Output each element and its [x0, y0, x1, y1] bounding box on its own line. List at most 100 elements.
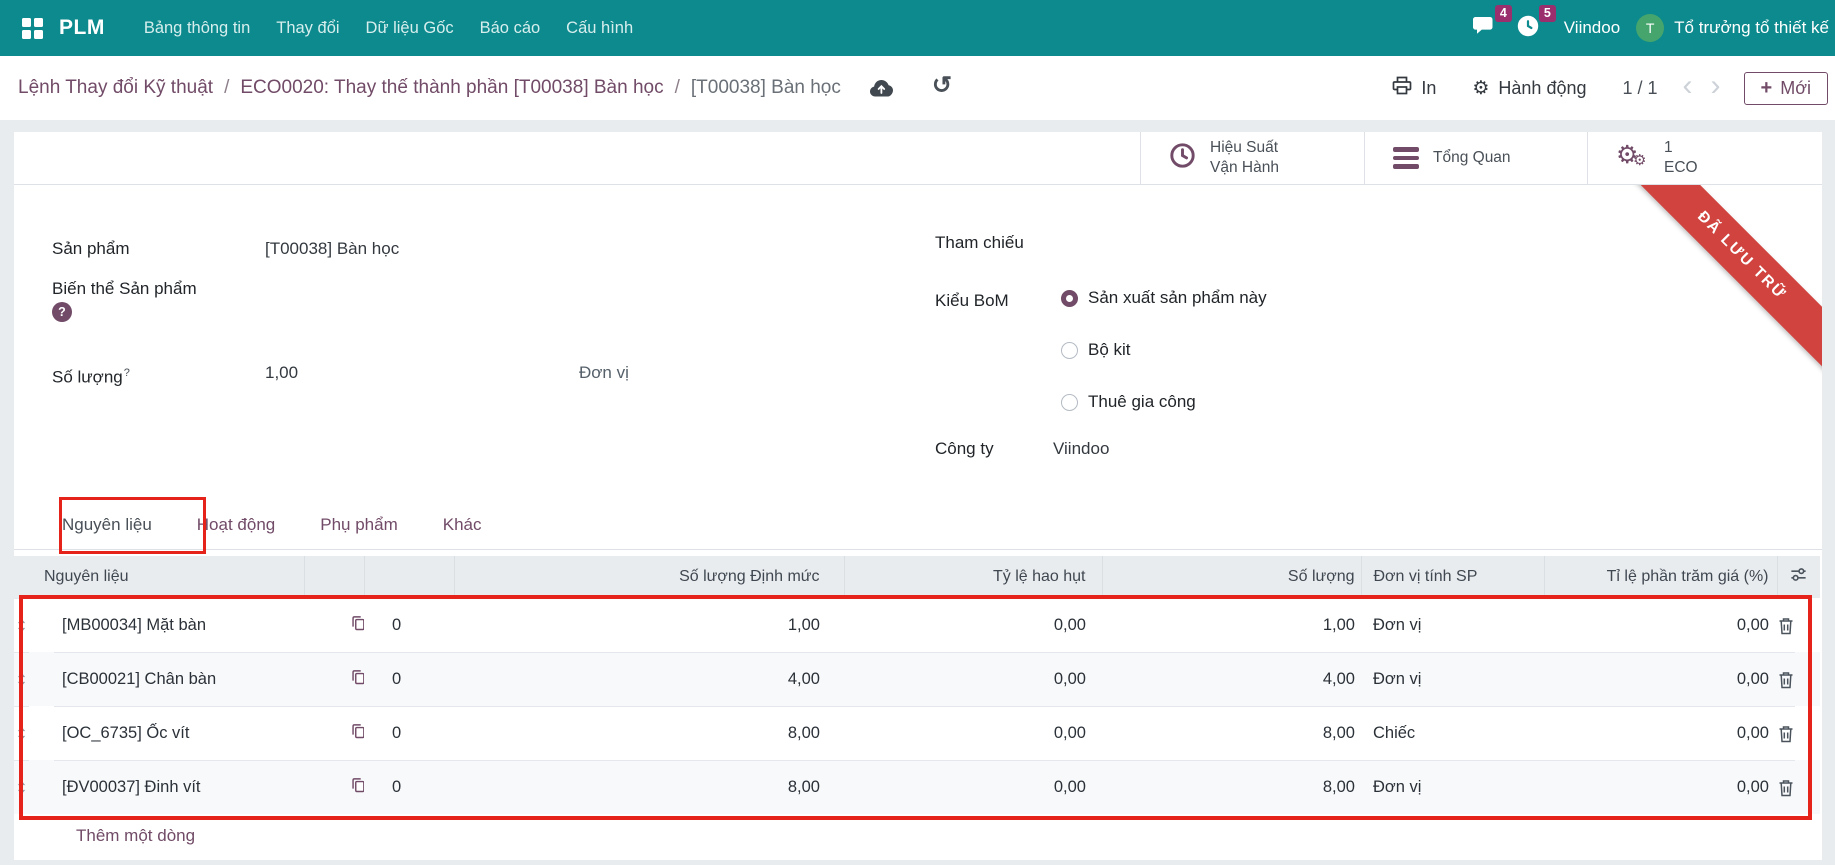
print-button[interactable]: In — [1392, 76, 1436, 100]
duplicate-icon[interactable] — [304, 706, 364, 760]
delete-row-icon[interactable] — [1777, 760, 1795, 814]
norm-quantity-cell[interactable]: 4,00 — [454, 652, 844, 706]
component-row[interactable]: [CB00021] Chân bàn 0 4,00 0,00 4,00 Đơn … — [14, 652, 1820, 706]
quantity-cell[interactable]: 8,00 — [1102, 706, 1361, 760]
reference-label: Tham chiếu — [935, 232, 1024, 254]
norm-quantity-cell[interactable]: 1,00 — [454, 598, 844, 652]
component-row[interactable]: [OC_6735] Ốc vít 0 8,00 0,00 8,00 Chiếc … — [14, 706, 1820, 760]
apps-grid-icon[interactable] — [22, 18, 43, 39]
archived-ribbon-wrap: ĐÃ LƯU TRỮ — [1610, 185, 1822, 397]
control-panel-right: In ⚙ Hành động 1 / 1 ‹ › + Mới — [1392, 72, 1835, 105]
header-blank-count — [364, 556, 454, 598]
apply-count-cell[interactable]: 0 — [364, 706, 454, 760]
delete-row-icon[interactable] — [1777, 652, 1795, 706]
quantity-cell[interactable]: 8,00 — [1102, 760, 1361, 814]
duplicate-icon[interactable] — [304, 760, 364, 814]
header-cost-percent[interactable]: Tỉ lệ phần trăm giá (%) — [1544, 556, 1777, 598]
cost-percent-cell[interactable]: 0,00 — [1544, 760, 1777, 814]
loss-rate-cell[interactable]: 0,00 — [844, 760, 1102, 814]
quantity-cell[interactable]: 1,00 — [1102, 598, 1361, 652]
cost-percent-cell[interactable]: 0,00 — [1544, 598, 1777, 652]
apply-count-cell[interactable]: 0 — [364, 760, 454, 814]
uom-cell[interactable]: Đơn vị — [1361, 598, 1544, 652]
header-norm-quantity[interactable]: Số lượng Định mức — [454, 556, 844, 598]
header-optional-columns[interactable] — [1777, 556, 1820, 598]
norm-quantity-cell[interactable]: 8,00 — [454, 706, 844, 760]
header-blank-copy — [304, 556, 364, 598]
activities-button[interactable]: 5 — [1506, 8, 1550, 49]
add-line-button[interactable]: Thêm một dòng — [14, 814, 1822, 858]
pager-previous-icon[interactable]: ‹ — [1683, 71, 1693, 101]
breadcrumb-eco-record[interactable]: ECO0020: Thay thế thành phần [T00038] Bà… — [240, 77, 663, 99]
menu-item-configuration[interactable]: Cấu hình — [553, 0, 646, 56]
header-quantity[interactable]: Số lượng — [1102, 556, 1361, 598]
loss-rate-cell[interactable]: 0,00 — [844, 706, 1102, 760]
cloud-save-icon[interactable] — [869, 78, 894, 98]
uom-cell[interactable]: Đơn vị — [1361, 760, 1544, 814]
menu-item-dashboard[interactable]: Bảng thông tin — [131, 0, 263, 56]
component-row[interactable]: [ĐV00037] Đinh vít 0 8,00 0,00 8,00 Đơn … — [14, 760, 1820, 814]
cost-percent-cell[interactable]: 0,00 — [1544, 706, 1777, 760]
messages-button[interactable]: 4 — [1460, 8, 1506, 49]
cost-percent-cell[interactable]: 0,00 — [1544, 652, 1777, 706]
new-record-button[interactable]: + Mới — [1744, 72, 1828, 105]
radio-unselected-icon[interactable] — [1061, 394, 1078, 411]
operational-efficiency-stat-button[interactable]: Hiệu Suất Vận Hành — [1140, 132, 1364, 184]
loss-rate-cell[interactable]: 0,00 — [844, 652, 1102, 706]
user-avatar[interactable]: T — [1636, 14, 1664, 42]
duplicate-icon[interactable] — [304, 598, 364, 652]
print-label: In — [1421, 78, 1436, 99]
pager-value[interactable]: 1 / 1 — [1622, 78, 1657, 99]
tab-operations[interactable]: Hoạt động — [197, 515, 275, 535]
app-name[interactable]: PLM — [59, 16, 105, 40]
menu-item-changes[interactable]: Thay đổi — [263, 0, 352, 56]
header-component[interactable]: Nguyên liệu — [14, 556, 304, 598]
tab-components[interactable]: Nguyên liệu — [62, 515, 152, 535]
header-loss-rate[interactable]: Tỷ lệ hao hụt — [844, 556, 1102, 598]
quantity-uom-value[interactable]: Đơn vị — [579, 362, 629, 384]
pager-next-icon[interactable]: › — [1711, 71, 1721, 101]
apply-count-cell[interactable]: 0 — [364, 652, 454, 706]
product-label: Sản phẩm — [52, 238, 130, 260]
delete-row-icon[interactable] — [1777, 706, 1795, 760]
drag-handle-icon[interactable] — [14, 760, 29, 814]
duplicate-icon[interactable] — [304, 652, 364, 706]
drag-handle-icon[interactable] — [14, 598, 29, 652]
undo-icon[interactable]: ↺ — [932, 74, 952, 98]
breadcrumb-separator: / — [224, 77, 229, 99]
product-value[interactable]: [T00038] Bàn học — [265, 238, 399, 260]
quantity-value[interactable]: 1,00 — [265, 362, 298, 384]
uom-cell[interactable]: Chiếc — [1361, 706, 1544, 760]
uom-cell[interactable]: Đơn vị — [1361, 652, 1544, 706]
radio-unselected-icon[interactable] — [1061, 342, 1078, 359]
bom-type-option-manufacture[interactable]: Sản xuất sản phẩm này — [1061, 288, 1267, 308]
component-name-cell[interactable]: [MB00034] Mặt bàn — [54, 598, 304, 652]
company-switcher[interactable]: Viindoo — [1564, 18, 1620, 38]
topbar-right: 4 5 Viindoo T Tổ trưởng tổ thiết kế — [1460, 8, 1835, 49]
header-uom[interactable]: Đơn vị tính SP — [1361, 556, 1544, 598]
menu-item-reporting[interactable]: Báo cáo — [467, 0, 554, 56]
loss-rate-cell[interactable]: 0,00 — [844, 598, 1102, 652]
eco-count-stat-button[interactable]: ⚙⚙ 1 ECO — [1587, 132, 1822, 184]
company-value[interactable]: Viindoo — [1053, 438, 1109, 460]
component-row[interactable]: [MB00034] Mặt bàn 0 1,00 0,00 1,00 Đơn v… — [14, 598, 1820, 652]
delete-row-icon[interactable] — [1777, 598, 1795, 652]
tab-misc[interactable]: Khác — [443, 515, 482, 535]
breadcrumb-eco-list[interactable]: Lệnh Thay đổi Kỹ thuật — [18, 77, 213, 99]
component-name-cell[interactable]: [CB00021] Chân bàn — [54, 652, 304, 706]
norm-quantity-cell[interactable]: 8,00 — [454, 760, 844, 814]
apply-count-cell[interactable]: 0 — [364, 598, 454, 652]
action-menu-button[interactable]: ⚙ Hành động — [1472, 78, 1586, 99]
bom-type-option-kit[interactable]: Bộ kit — [1061, 340, 1131, 360]
drag-handle-icon[interactable] — [14, 706, 29, 760]
tab-byproducts[interactable]: Phụ phẩm — [320, 515, 398, 535]
bom-type-option-subcontract[interactable]: Thuê gia công — [1061, 392, 1196, 412]
quantity-cell[interactable]: 4,00 — [1102, 652, 1361, 706]
user-menu[interactable]: Tổ trưởng tổ thiết kế — [1674, 18, 1829, 38]
menu-item-master-data[interactable]: Dữ liệu Gốc — [353, 0, 467, 56]
drag-handle-icon[interactable] — [14, 652, 29, 706]
overview-stat-button[interactable]: Tổng Quan — [1364, 132, 1587, 184]
radio-selected-icon[interactable] — [1061, 290, 1078, 307]
component-name-cell[interactable]: [OC_6735] Ốc vít — [54, 706, 304, 760]
component-name-cell[interactable]: [ĐV00037] Đinh vít — [54, 760, 304, 814]
